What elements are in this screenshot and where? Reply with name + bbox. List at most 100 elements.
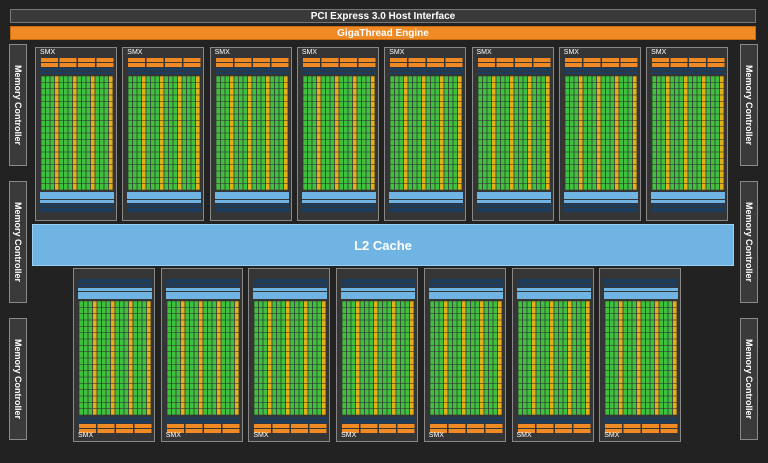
cuda-core: [299, 307, 304, 314]
cuda-core: [59, 95, 64, 102]
cuda-core: [173, 139, 178, 146]
cuda-core: [155, 114, 160, 121]
cuda-core: [339, 158, 343, 165]
cuda-core: [313, 307, 317, 314]
cuda-core: [104, 133, 109, 140]
cuda-core: [526, 364, 531, 371]
special-unit: [286, 408, 290, 415]
special-unit: [665, 120, 670, 127]
cuda-core: [439, 370, 443, 377]
cuda-core: [346, 326, 351, 333]
cuda-core: [569, 158, 574, 165]
cuda-core: [59, 133, 64, 140]
cuda-core: [668, 402, 673, 409]
cuda-core: [303, 101, 307, 108]
cuda-core: [628, 95, 632, 102]
cuda-core: [641, 364, 646, 371]
special-unit: [265, 139, 270, 146]
cuda-core: [224, 145, 229, 152]
special-unit: [355, 301, 360, 308]
cuda-core: [601, 164, 605, 171]
cuda-core: [317, 402, 322, 409]
cuda-core: [710, 101, 715, 108]
special-unit: [458, 126, 462, 133]
cuda-core: [369, 320, 374, 327]
cuda-core: [466, 332, 470, 339]
cuda-core: [558, 301, 563, 308]
cuda-core: [321, 107, 325, 114]
cuda-core: [317, 396, 322, 403]
cuda-core: [692, 107, 697, 114]
register-file: [301, 72, 376, 74]
cuda-core: [351, 326, 356, 333]
cuda-core: [137, 120, 142, 127]
cuda-core: [628, 171, 632, 178]
cuda-core: [583, 95, 587, 102]
special-unit: [596, 82, 601, 89]
cuda-core: [251, 120, 256, 127]
cuda-core: [553, 402, 558, 409]
cuda-core: [97, 301, 102, 308]
cuda-core: [536, 114, 541, 121]
special-unit: [322, 345, 326, 352]
cuda-core: [133, 133, 137, 140]
special-unit: [683, 76, 688, 83]
cuda-core: [477, 158, 482, 165]
cuda-core: [101, 345, 106, 352]
cuda-core: [278, 82, 283, 89]
warp-scheduler: [564, 58, 582, 62]
cuda-core: [360, 383, 365, 390]
cuda-core: [513, 120, 518, 127]
special-unit: [632, 101, 637, 108]
special-unit: [527, 101, 532, 108]
cuda-core: [256, 95, 261, 102]
special-unit: [334, 139, 339, 146]
cuda-core: [97, 383, 102, 390]
cuda-core: [715, 139, 720, 146]
cuda-core: [408, 107, 413, 114]
cuda-core: [697, 120, 702, 127]
cuda-core: [176, 364, 180, 371]
shared-cache: [301, 200, 376, 203]
special-unit: [142, 114, 146, 121]
cuda-core: [535, 339, 540, 346]
cuda-core: [610, 339, 614, 346]
cuda-core: [185, 307, 189, 314]
special-unit: [304, 358, 308, 365]
cuda-core: [610, 82, 614, 89]
cuda-core: [321, 82, 325, 89]
cuda-core: [449, 183, 453, 190]
smx-internals: [651, 58, 726, 212]
special-unit: [234, 396, 239, 403]
cuda-core: [569, 126, 574, 133]
cuda-core: [628, 114, 632, 121]
cuda-core: [610, 95, 614, 102]
special-unit: [578, 152, 583, 159]
cuda-core: [357, 171, 361, 178]
cuda-core: [457, 320, 461, 327]
cuda-core: [500, 158, 505, 165]
special-unit: [304, 345, 308, 352]
special-unit: [578, 76, 583, 83]
special-unit: [701, 164, 706, 171]
special-unit: [527, 82, 532, 89]
cuda-core: [263, 389, 268, 396]
cuda-core: [431, 76, 435, 83]
special-unit: [567, 358, 572, 365]
cuda-core: [171, 358, 176, 365]
cuda-core: [583, 88, 587, 95]
cuda-core: [565, 126, 569, 133]
special-unit: [491, 177, 496, 184]
cuda-core: [343, 114, 348, 121]
cuda-core: [281, 358, 286, 365]
cuda-core: [254, 307, 259, 314]
cuda-core: [137, 326, 142, 333]
cuda-core: [444, 133, 449, 140]
cuda-core: [378, 339, 383, 346]
cuda-core: [104, 126, 109, 133]
cuda-core: [518, 120, 523, 127]
special-unit: [567, 307, 572, 314]
special-unit: [531, 358, 536, 365]
cuda-core: [221, 339, 225, 346]
cuda-core: [308, 313, 313, 320]
